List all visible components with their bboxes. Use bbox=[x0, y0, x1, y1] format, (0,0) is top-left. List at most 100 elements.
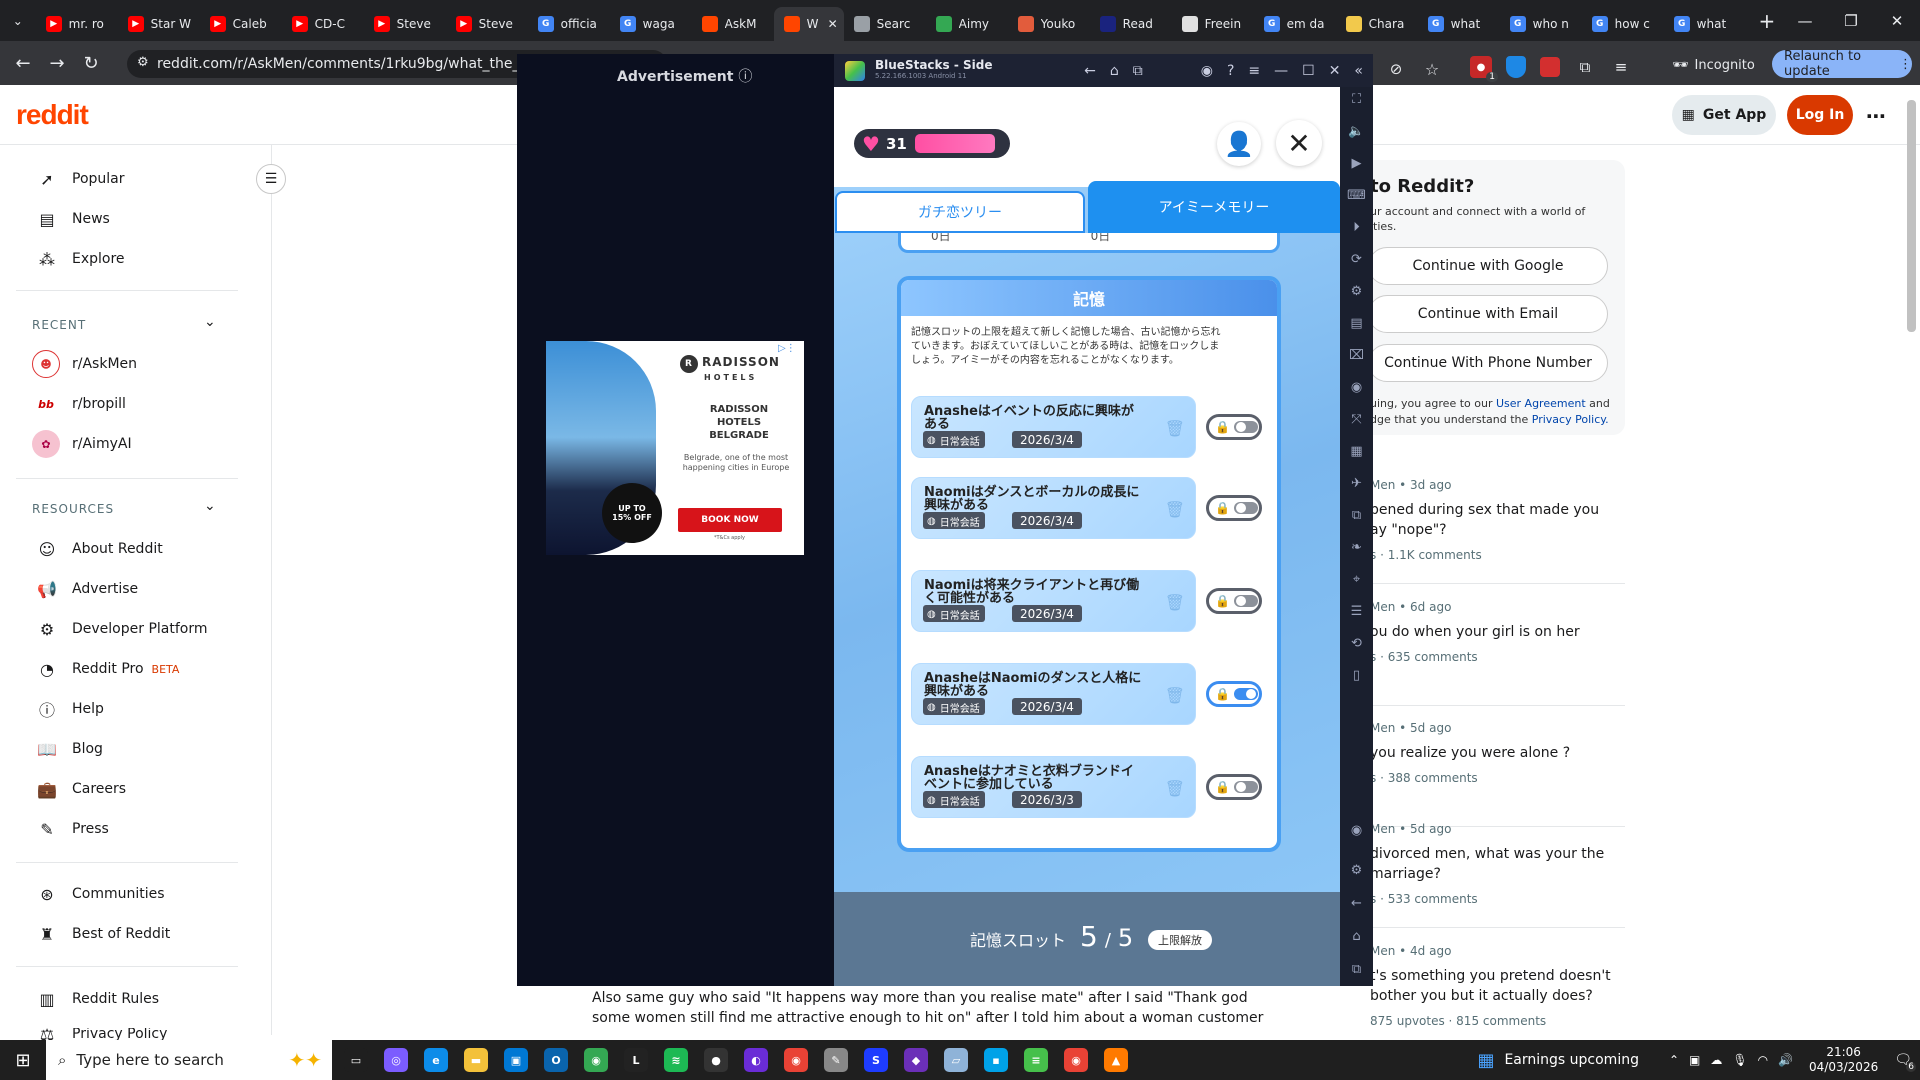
airplane-icon[interactable]: ✈ bbox=[1340, 476, 1373, 508]
notification-icon[interactable]: 🗨 6 bbox=[1894, 1052, 1916, 1072]
purple-square-icon[interactable]: ◆ bbox=[896, 1040, 936, 1080]
post-title[interactable]: divorced men, what was your the marriage… bbox=[1370, 844, 1620, 884]
browser-tab[interactable]: ▶ Steve bbox=[364, 7, 446, 41]
live-icon[interactable]: L bbox=[616, 1040, 656, 1080]
bs-account-icon[interactable]: ◉ bbox=[1201, 63, 1213, 79]
clock[interactable]: 21:06 04/03/2026 bbox=[1809, 1045, 1878, 1075]
reddit-logo[interactable]: reddit bbox=[16, 99, 89, 131]
close-window-icon[interactable]: ✕ bbox=[1874, 12, 1920, 30]
sidebar-icon[interactable]: ▯ bbox=[1340, 668, 1373, 700]
memory-lock-toggle[interactable]: 🔒 bbox=[1206, 588, 1262, 614]
more-options-icon[interactable]: ⋯ bbox=[1866, 104, 1886, 128]
settings-icon[interactable]: ⚙ bbox=[1340, 863, 1373, 878]
memory-lock-toggle[interactable]: 🔒 bbox=[1206, 774, 1262, 800]
continue-phone-button[interactable]: Continue With Phone Number bbox=[1368, 344, 1608, 382]
page-scrollbar[interactable] bbox=[1907, 100, 1916, 332]
profile-button[interactable]: 👤 bbox=[1217, 122, 1261, 166]
news-widget[interactable]: Earnings upcoming bbox=[1504, 1052, 1639, 1068]
memory-lock-toggle[interactable]: 🔒 bbox=[1206, 414, 1262, 440]
sidebar-item-bropill[interactable]: bb r/bropill bbox=[32, 390, 126, 418]
collapse-sidebar-button[interactable]: ☰ bbox=[256, 164, 286, 194]
post-title[interactable]: t's something you pretend doesn't bother… bbox=[1370, 966, 1620, 1006]
tray-app-icon[interactable]: ▣ bbox=[1689, 1053, 1700, 1067]
trash-icon[interactable]: 🗑 bbox=[1165, 500, 1185, 519]
extensions-puzzle-icon[interactable]: ⧉ bbox=[1574, 50, 1596, 84]
recent-header[interactable]: RECENT bbox=[32, 318, 86, 332]
continue-email-button[interactable]: Continue with Email bbox=[1368, 295, 1608, 333]
bs-menu-icon[interactable]: ≡ bbox=[1248, 63, 1260, 79]
bluestacks-icon[interactable]: ≡ bbox=[1016, 1040, 1056, 1080]
memory-lock-toggle[interactable]: 🔒 bbox=[1206, 681, 1262, 707]
sidebar-item-blog[interactable]: 📖 Blog bbox=[36, 738, 103, 760]
sidebar-item-careers[interactable]: 💼 Careers bbox=[36, 778, 126, 800]
forward-icon[interactable]: → bbox=[40, 46, 74, 80]
windows-start-icon[interactable]: ⊞ bbox=[0, 1040, 46, 1080]
sidebar-item-news[interactable]: ▤ News bbox=[36, 208, 109, 230]
browser-tab[interactable]: Aimy bbox=[926, 7, 1008, 41]
sidebar-item-privacy[interactable]: ⚖ Privacy Policy bbox=[36, 1028, 168, 1040]
related-post[interactable]: Men • 3d ago pened during sex that made y… bbox=[1370, 478, 1620, 562]
keyboard-icon[interactable]: ⌨ bbox=[1340, 188, 1373, 220]
blue-app-icon[interactable]: S bbox=[856, 1040, 896, 1080]
minimize-icon[interactable]: — bbox=[1782, 12, 1828, 30]
sidebar-item-advertise[interactable]: 📢 Advertise bbox=[36, 578, 138, 600]
shield-extension-icon[interactable] bbox=[1506, 56, 1526, 78]
tab-aimy-memory[interactable]: アイミーメモリー bbox=[1088, 181, 1340, 233]
bs-recents-icon[interactable]: ⧉ bbox=[1340, 962, 1373, 977]
task-view-icon[interactable]: ▭ bbox=[336, 1040, 376, 1080]
wifi-icon[interactable]: ◠ bbox=[1758, 1053, 1768, 1067]
continue-google-button[interactable]: Continue with Google bbox=[1368, 247, 1608, 285]
edge-icon[interactable]: e bbox=[416, 1040, 456, 1080]
rotate-icon[interactable]: ⟳ bbox=[1340, 252, 1373, 284]
sidebar-item-best-of-reddit[interactable]: ♜ Best of Reddit bbox=[36, 923, 170, 945]
browser-tab[interactable]: ▶ Steve bbox=[446, 7, 528, 41]
ad-choices-icon[interactable]: ▷⋮ bbox=[778, 343, 796, 354]
browser-tab[interactable]: Read bbox=[1090, 7, 1172, 41]
trash-icon[interactable]: 🗑 bbox=[1165, 593, 1185, 612]
post-title[interactable]: you realize you were alone ? bbox=[1370, 743, 1620, 763]
browser-tab[interactable]: Gwhat bbox=[1664, 7, 1746, 41]
sidebar-item-help[interactable]: ⓘ Help bbox=[36, 698, 104, 720]
sidebar-item-aimyai[interactable]: ✿ r/AimyAI bbox=[32, 430, 132, 458]
memory-lock-toggle[interactable]: 🔒 bbox=[1206, 495, 1262, 521]
bs-minimize-icon[interactable]: — bbox=[1274, 63, 1288, 79]
purple-app-icon[interactable]: ◐ bbox=[736, 1040, 776, 1080]
back-icon[interactable]: ← bbox=[6, 46, 40, 80]
microphone-icon[interactable]: 🎙 bbox=[1732, 1053, 1747, 1067]
browser-tab[interactable]: ▶ CD-C bbox=[282, 7, 364, 41]
game-close-button[interactable]: ✕ bbox=[1276, 120, 1322, 166]
sync-icon[interactable]: ⟲ bbox=[1340, 636, 1373, 668]
multi-instance-icon[interactable]: ⧉ bbox=[1340, 508, 1373, 540]
tab-gachikoi-tree[interactable]: ガチ恋ツリー bbox=[835, 191, 1085, 233]
post-title[interactable]: ou do when your girl is on her bbox=[1370, 622, 1620, 642]
orange-app-icon[interactable]: ▲ bbox=[1096, 1040, 1136, 1080]
discord-icon[interactable]: ◉ bbox=[1340, 823, 1373, 838]
bs-back-icon[interactable]: ← bbox=[1084, 63, 1096, 79]
login-button[interactable]: Log In bbox=[1787, 95, 1853, 135]
apk-icon[interactable]: ▤ bbox=[1340, 316, 1373, 348]
play-icon[interactable]: ⏵ bbox=[1340, 220, 1373, 252]
ad-banner[interactable]: UP TO 15% OFF ▷⋮ R RADISSON HOTELS RADISS… bbox=[546, 341, 804, 555]
dark-app-icon[interactable]: ● bbox=[696, 1040, 736, 1080]
bs-home-icon[interactable]: ⌂ bbox=[1110, 63, 1119, 79]
browser-tab[interactable]: Gofficia bbox=[528, 7, 610, 41]
eye-slash-icon[interactable]: ⊘ bbox=[1384, 52, 1408, 86]
browser-tab[interactable]: ▶ Star W bbox=[118, 7, 200, 41]
feather-app-icon[interactable]: ✎ bbox=[816, 1040, 856, 1080]
store-icon[interactable]: ▣ bbox=[496, 1040, 536, 1080]
red-extension-icon[interactable] bbox=[1540, 57, 1560, 77]
chrome-beta-icon[interactable]: ◉ bbox=[776, 1040, 816, 1080]
sidebar-item-about[interactable]: ☺ About Reddit bbox=[36, 538, 163, 560]
new-tab-plus-icon[interactable]: + bbox=[1752, 4, 1782, 38]
sidebar-item-popular[interactable]: ➚ Popular bbox=[36, 168, 124, 190]
sidebar-item-reddit-pro[interactable]: ◔ Reddit Pro BETA bbox=[36, 658, 179, 680]
restore-icon[interactable]: ❐ bbox=[1828, 12, 1874, 30]
trash-icon[interactable]: 🗑 bbox=[1165, 779, 1185, 798]
sidebar-item-explore[interactable]: ⁂ Explore bbox=[36, 248, 125, 270]
browser-tab[interactable]: Gwhat bbox=[1418, 7, 1500, 41]
sidebar-item-developer[interactable]: ⚙ Developer Platform bbox=[36, 618, 208, 640]
browser-tab[interactable]: W ✕ bbox=[773, 7, 844, 41]
get-app-button[interactable]: ▦ Get App bbox=[1672, 95, 1776, 135]
tab-search-chevron-icon[interactable]: ⌄ bbox=[0, 4, 36, 38]
browser-tab[interactable]: Gem da bbox=[1254, 7, 1336, 41]
